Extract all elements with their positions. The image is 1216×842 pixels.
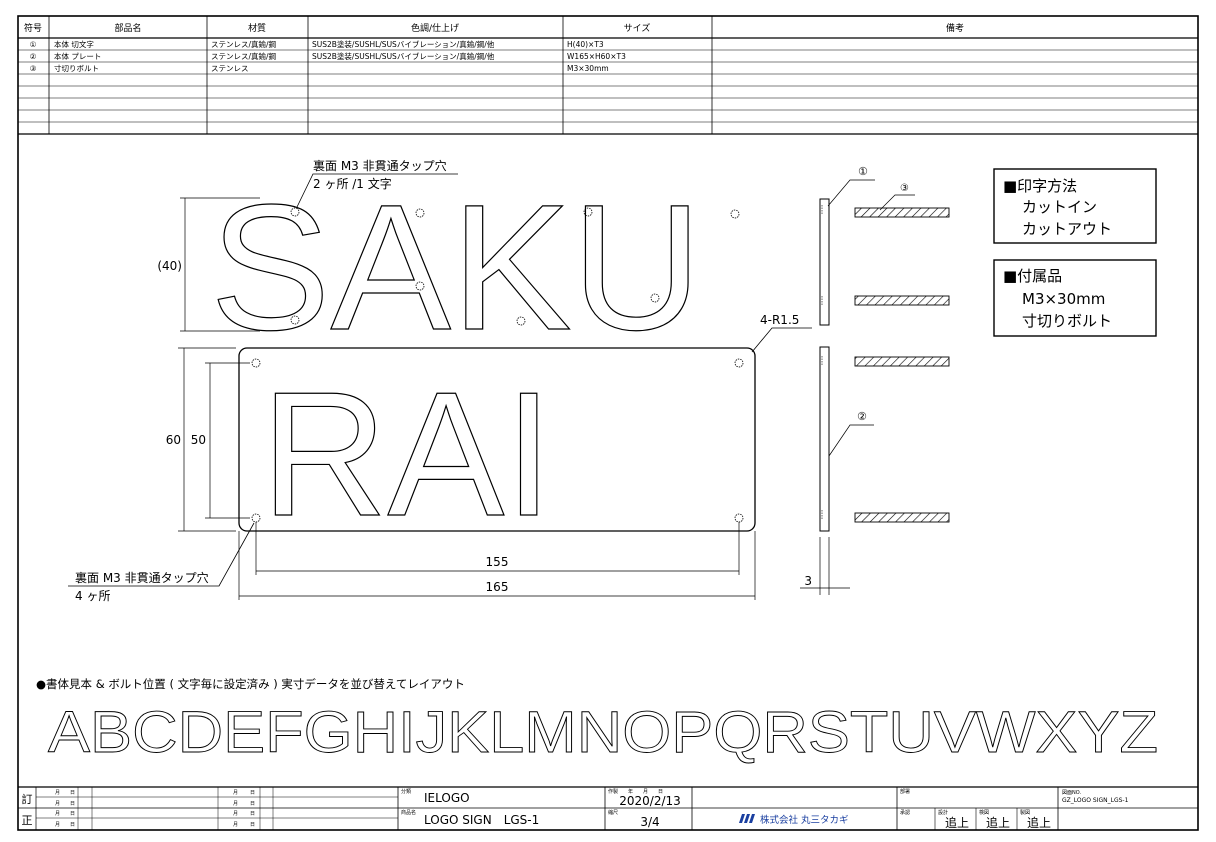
day-label: 日 xyxy=(250,790,255,796)
bolts xyxy=(854,207,950,523)
day-label: 日 xyxy=(70,790,75,796)
design-sign: 追上 xyxy=(945,815,969,830)
product-value: LOGO SIGN LGS-1 xyxy=(424,813,539,827)
cell-symbol: ③ xyxy=(30,64,37,73)
cell-size: H(40)×T3 xyxy=(567,40,604,49)
parts-table-rows: ① 本体 切文字 ステンレス/真鍮/鋼 SUS2B塗装/SUSHL/SUSバイブ… xyxy=(30,39,626,73)
accessories-bolt-size: M3×30mm xyxy=(1022,290,1105,308)
scale-value: 3/4 xyxy=(640,815,659,829)
month-label: 月 xyxy=(55,811,60,817)
scale-label: 縮尺 xyxy=(608,809,618,816)
dim-plate-width-label: 165 xyxy=(486,580,509,594)
dim-hole-vertical-label: 50 xyxy=(191,433,206,447)
month-label: 月 xyxy=(233,811,238,817)
dim-thickness-label: 3 xyxy=(804,574,812,588)
tap-note-top-line2: 2 ヶ所 /1 文字 xyxy=(313,176,392,191)
draw-sign: 追上 xyxy=(1027,815,1051,830)
title-block-fields: 分類 IELOGO 商品名 LOGO SIGN LGS-1 作製 年 月 日 2… xyxy=(401,788,1129,830)
cell-size: W165×H60×T3 xyxy=(567,52,626,61)
table-row: ③ 寸切りボルト ステンレス M3×30mm xyxy=(30,63,609,73)
tap-note-top-line1: 裏面 M3 非貫通タップ穴 xyxy=(313,158,447,173)
side-view xyxy=(800,198,850,595)
parts-table-headers: 符号 部品名 材質 色調/仕上げ サイズ 備考 xyxy=(24,22,964,34)
cut-letters-saku: SAKU xyxy=(210,167,702,367)
table-row: ② 本体 プレート ステンレス/真鍮/鋼 SUS2B塗装/SUSHL/SUSバイ… xyxy=(30,51,626,61)
header-remarks: 備考 xyxy=(946,22,964,34)
day-label: 日 xyxy=(250,801,255,807)
cell-finish: SUS2B塗装/SUSHL/SUSバイブレーション/真鍮/鋼/他 xyxy=(312,51,495,61)
revision-date-cells: 月 日 月 日 月 日 月 日 月 日 月 日 月 日 月 日 xyxy=(55,790,255,828)
company-logo: 株式会社 丸三タカギ xyxy=(739,814,849,826)
company-logo-mark xyxy=(739,814,745,823)
header-part-name: 部品名 xyxy=(114,22,141,34)
tap-note-bottom-line2: 4 ヶ所 xyxy=(75,589,110,603)
revision-labels: 訂 正 xyxy=(22,792,33,827)
print-method-cut-out: カットアウト xyxy=(1022,220,1112,238)
tap-note-bottom-line1: 裏面 M3 非貫通タップ穴 xyxy=(75,570,209,585)
cell-part-name: 寸切りボルト xyxy=(54,63,99,73)
cell-material: ステンレス/真鍮/鋼 xyxy=(211,39,276,49)
day-label: 日 xyxy=(250,822,255,828)
header-size: サイズ xyxy=(624,22,651,34)
month-label: 月 xyxy=(233,801,238,807)
accessories-bolt-name: 寸切りボルト xyxy=(1022,312,1112,330)
table-row: ① 本体 切文字 ステンレス/真鍮/鋼 SUS2B塗装/SUSHL/SUSバイブ… xyxy=(30,39,604,49)
check-label: 検図 xyxy=(979,809,989,816)
day-label: 日 xyxy=(70,801,75,807)
date-value: 2020/2/13 xyxy=(619,794,681,808)
drawing-sheet: 符号 部品名 材質 色調/仕上げ サイズ 備考 ① 本体 切文字 ステンレス/真… xyxy=(17,15,1199,831)
draw-label: 製図 xyxy=(1020,809,1030,816)
parts-table xyxy=(18,16,1198,135)
font-sample-caption: ●書体見本 & ボルト位置 ( 文字毎に設定済み ) 実寸データを並び替えてレイ… xyxy=(36,677,465,691)
design-label: 設計 xyxy=(938,809,948,816)
cell-material: ステンレス/真鍮/鋼 xyxy=(211,51,276,61)
cell-finish: SUS2B塗装/SUSHL/SUSバイブレーション/真鍮/鋼/他 xyxy=(312,39,495,49)
dept-label: 部署 xyxy=(900,788,910,795)
dim-corner-radius: 4-R1.5 xyxy=(760,313,799,327)
callout-1: ① xyxy=(858,165,868,178)
callout-3: ③ xyxy=(900,183,909,194)
month-label: 月 xyxy=(233,790,238,796)
drawing-no-label: 図面NO. xyxy=(1062,790,1081,796)
month-label: 月 xyxy=(233,822,238,828)
dim-letter-height-label: (40) xyxy=(157,259,182,273)
cut-letters-rai: RAI xyxy=(261,355,553,553)
category-label: 分類 xyxy=(401,788,411,795)
company-name: 株式会社 丸三タカギ xyxy=(760,814,849,826)
leader-callout-2 xyxy=(828,424,874,457)
cell-part-name: 本体 プレート xyxy=(54,51,101,61)
leader-corner-radius xyxy=(751,327,812,353)
print-method-box: ■印字方法 カットイン カットアウト xyxy=(993,168,1157,244)
drawing-no-value: GZ_LOGO SIGN_LGS-1 xyxy=(1062,797,1129,804)
day-label: 日 xyxy=(70,811,75,817)
cell-size: M3×30mm xyxy=(567,64,609,73)
day-label: 日 xyxy=(70,822,75,828)
header-finish: 色調/仕上げ xyxy=(411,22,459,34)
dim-hole-horizontal-label: 155 xyxy=(486,555,509,569)
cell-symbol: ① xyxy=(30,40,37,49)
month-label: 月 xyxy=(55,822,60,828)
callout-2: ② xyxy=(857,410,867,423)
check-sign: 追上 xyxy=(986,815,1010,830)
cell-material: ステンレス xyxy=(211,64,249,73)
cell-part-name: 本体 切文字 xyxy=(54,39,94,49)
category-value: IELOGO xyxy=(424,791,470,805)
cell-symbol: ② xyxy=(30,52,37,61)
accessories-title: ■付属品 xyxy=(1003,267,1062,285)
revision-label-2: 正 xyxy=(22,814,33,827)
revision-label-1: 訂 xyxy=(22,792,33,806)
dim-plate-height-label: 60 xyxy=(166,433,181,447)
print-method-title: ■印字方法 xyxy=(1003,177,1077,195)
font-sample-alphabet: ABCDEFGHIJKLMNOPQRSTUVWXYZ xyxy=(48,700,1158,765)
leader-callout-1 xyxy=(827,179,875,207)
accessories-box: ■付属品 M3×30mm 寸切りボルト xyxy=(993,259,1157,337)
approve-label: 承認 xyxy=(900,809,910,816)
product-label: 商品名 xyxy=(401,809,416,816)
print-method-cut-in: カットイン xyxy=(1022,198,1097,216)
header-material: 材質 xyxy=(248,22,266,34)
month-label: 月 xyxy=(55,801,60,807)
month-label: 月 xyxy=(55,790,60,796)
day-label: 日 xyxy=(250,811,255,817)
header-symbol: 符号 xyxy=(24,22,42,34)
